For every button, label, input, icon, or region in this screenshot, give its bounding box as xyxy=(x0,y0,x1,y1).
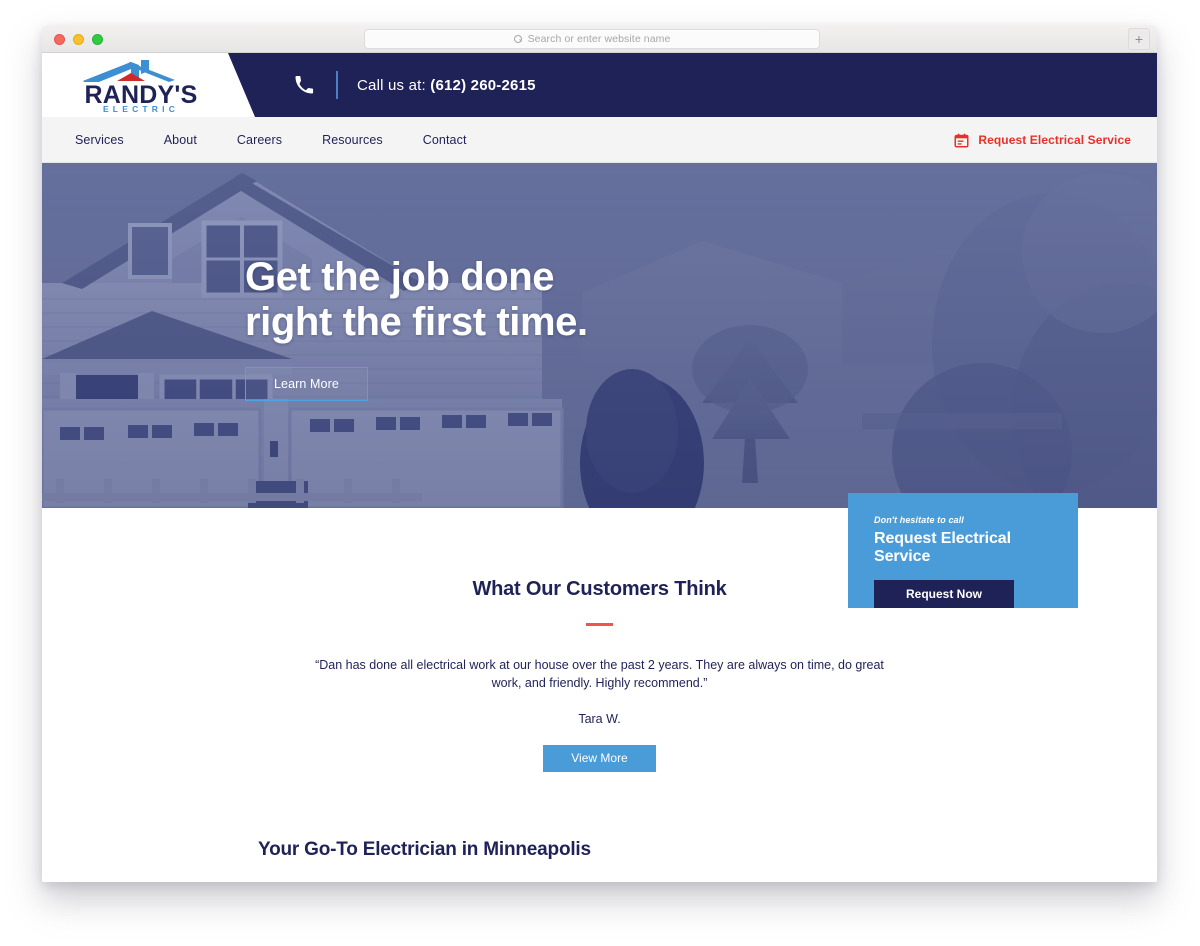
browser-window: Search or enter website name ↻ + RANDY'S… xyxy=(42,25,1157,882)
site-header: RANDY'S ELECTRIC Call us at: (612) 260-2… xyxy=(42,53,1157,117)
browser-titlebar: Search or enter website name ↻ + xyxy=(42,25,1157,53)
nav-item-services[interactable]: Services xyxy=(75,133,124,147)
request-service-card: Don't hesitate to call Request Electrica… xyxy=(848,493,1078,608)
phone-number: (612) 260-2615 xyxy=(430,76,536,94)
hero-section: Get the job done right the first time. L… xyxy=(42,163,1157,508)
view-more-button[interactable]: View More xyxy=(543,744,656,772)
phone-icon xyxy=(295,76,314,94)
calendar-icon xyxy=(954,133,969,147)
nav-item-careers[interactable]: Careers xyxy=(237,133,282,147)
header-phone-block[interactable]: Call us at: (612) 260-2615 xyxy=(294,53,536,117)
logo-tagline-text: ELECTRIC xyxy=(102,104,180,114)
request-now-button[interactable]: Request Now xyxy=(874,580,1014,608)
nav-links: Services About Careers Resources Contact xyxy=(75,133,507,147)
testimonial-quote: “Dan has done all electrical work at our… xyxy=(315,657,884,690)
search-icon xyxy=(513,34,523,44)
address-bar[interactable]: Search or enter website name xyxy=(364,29,820,49)
maximize-window-button[interactable] xyxy=(92,34,103,45)
phone-label: Call us at: xyxy=(357,76,426,94)
address-bar-placeholder: Search or enter website name xyxy=(527,33,671,45)
learn-more-button[interactable]: Learn More xyxy=(245,367,368,401)
testimonial-author: Tara W. xyxy=(578,711,621,726)
house-roof-icon xyxy=(83,60,175,82)
new-tab-button[interactable]: + xyxy=(1128,28,1150,50)
hero-headline-line2: right the first time. xyxy=(245,300,588,344)
request-service-nav-button[interactable]: Request Electrical Service xyxy=(954,117,1131,163)
hero-headline-line1: Get the job done xyxy=(245,255,555,299)
nav-item-about[interactable]: About xyxy=(164,133,197,147)
site-logo[interactable]: RANDY'S ELECTRIC xyxy=(66,60,216,114)
section-divider xyxy=(586,623,613,626)
window-controls xyxy=(54,34,103,45)
bottom-section-heading: Your Go-To Electrician in Minneapolis xyxy=(258,839,591,860)
request-card-kicker: Don't hesitate to call xyxy=(874,515,964,525)
phone-divider xyxy=(336,71,338,99)
hero-copy: Get the job done right the first time. L… xyxy=(245,255,588,401)
page-viewport: RANDY'S ELECTRIC Call us at: (612) 260-2… xyxy=(42,53,1157,882)
close-window-button[interactable] xyxy=(54,34,65,45)
hero-color-overlay xyxy=(42,163,1157,508)
request-service-nav-label: Request Electrical Service xyxy=(978,133,1131,147)
nav-item-contact[interactable]: Contact xyxy=(423,133,467,147)
minimize-window-button[interactable] xyxy=(73,34,84,45)
request-card-title: Request Electrical Service xyxy=(874,530,1011,565)
nav-item-resources[interactable]: Resources xyxy=(322,133,383,147)
header-phone-text: Call us at: (612) 260-2615 xyxy=(357,77,536,94)
hero-headline: Get the job done right the first time. xyxy=(245,255,588,345)
main-navigation: Services About Careers Resources Contact… xyxy=(42,117,1157,163)
